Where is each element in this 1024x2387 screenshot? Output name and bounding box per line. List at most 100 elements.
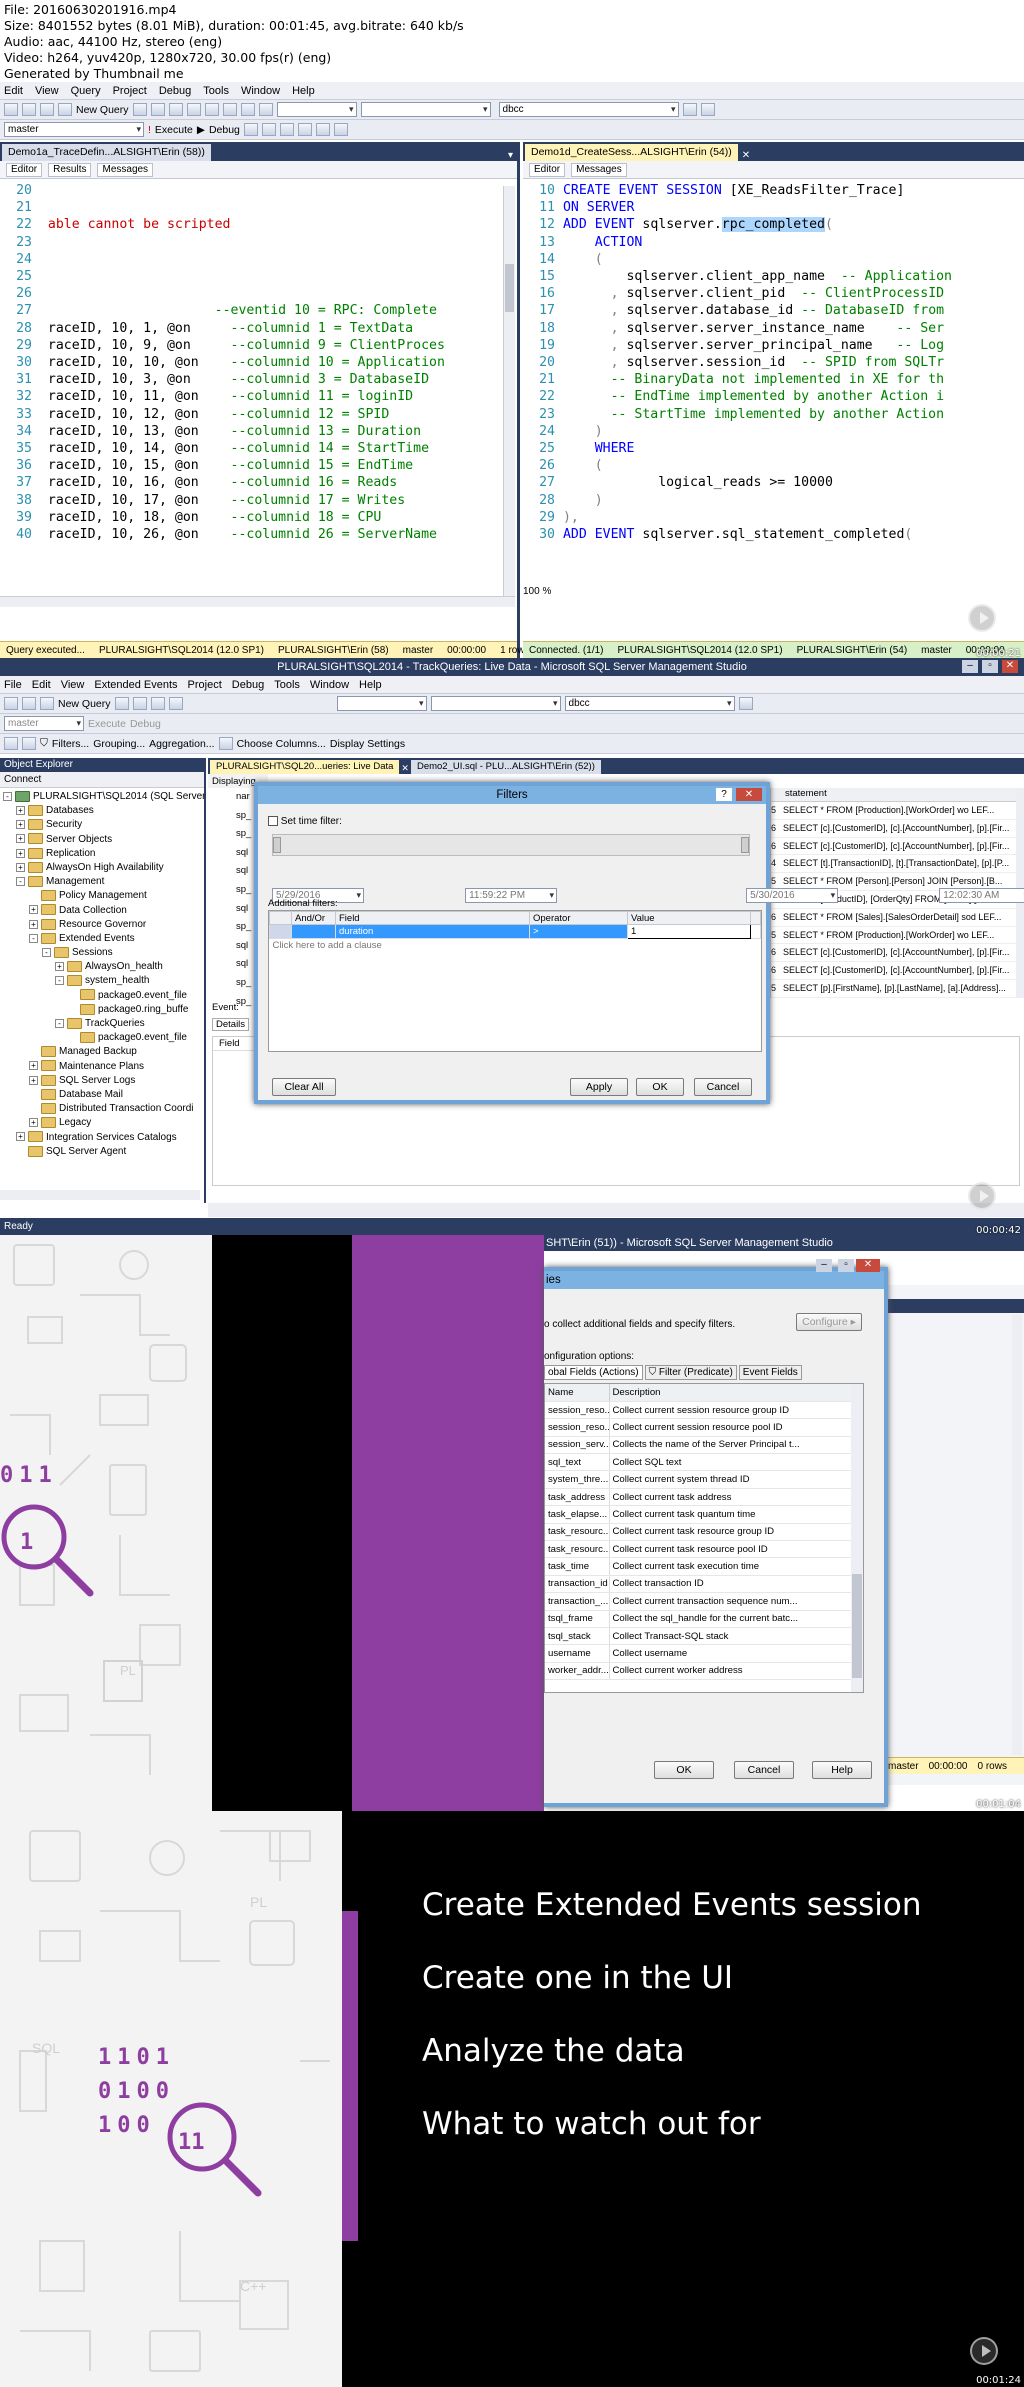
action-row[interactable]: sql_text Collect SQL text	[545, 1453, 851, 1472]
menu-item[interactable]: Extended Events	[94, 679, 177, 691]
add-clause-link[interactable]: Click here to add a clause	[270, 939, 761, 953]
open-icon[interactable]	[22, 697, 36, 710]
menu-item[interactable]: Tools	[203, 85, 229, 97]
statement-header[interactable]: statement	[771, 788, 1016, 802]
menu-item[interactable]: Window	[310, 679, 349, 691]
menu-item[interactable]: Edit	[32, 679, 51, 691]
action-row[interactable]: task_resourc... Collect current task reso…	[545, 1540, 851, 1559]
find-combo[interactable]: dbcc	[498, 102, 679, 117]
statement-row[interactable]: 6 SELECT * FROM [Sales].[SalesOrderDetail…	[771, 909, 1016, 927]
connect-button[interactable]: Connect	[0, 772, 204, 788]
action-row[interactable]: task_elapse... Collect current task quant…	[545, 1505, 851, 1524]
subtab-editor[interactable]: Editor	[529, 162, 566, 177]
execute-button[interactable]: Execute	[155, 124, 193, 136]
left-hscrollbar[interactable]	[0, 596, 515, 607]
expand-icon[interactable]: +	[16, 1132, 25, 1142]
subtab-editor[interactable]: Editor	[6, 162, 43, 177]
help-button[interactable]: Help	[812, 1761, 872, 1779]
close-icon[interactable]: ✕	[856, 1259, 880, 1272]
cancel-query-icon[interactable]	[243, 123, 258, 136]
execute-button[interactable]: Execute	[88, 718, 126, 730]
collapse-icon[interactable]: -	[16, 876, 25, 886]
menu-item[interactable]: File	[4, 679, 22, 691]
menu-item[interactable]: Debug	[232, 679, 264, 691]
tree-node[interactable]: + Data Collection	[3, 904, 204, 918]
statement-row[interactable]: 5 SELECT * FROM [Production].[WorkOrder] …	[771, 927, 1016, 945]
redo-icon[interactable]	[258, 103, 273, 116]
filter-row[interactable]: duration > 1	[269, 924, 761, 939]
tree-node[interactable]: + Integration Services Catalogs	[3, 1131, 204, 1145]
zoom-level[interactable]: 100 %	[523, 586, 563, 598]
start-icon[interactable]	[4, 737, 18, 750]
menu-item[interactable]: Help	[292, 85, 315, 97]
expand-icon[interactable]: +	[16, 834, 25, 844]
expand-icon[interactable]: +	[29, 1061, 38, 1071]
tree-node[interactable]: + Server Objects	[3, 833, 204, 847]
tab-dropdown-icon[interactable]: ▾	[508, 150, 513, 161]
close-icon[interactable]: ✕	[736, 788, 762, 801]
collapse-icon[interactable]: -	[3, 791, 12, 801]
col-name[interactable]: Name	[545, 1384, 610, 1402]
play-overlay-icon[interactable]	[970, 2337, 998, 2365]
col-description[interactable]: Description	[609, 1384, 851, 1402]
close-icon[interactable]: ✕	[1002, 660, 1018, 673]
col-operator[interactable]: Operator	[529, 911, 628, 925]
available-databases-combo[interactable]: master	[4, 122, 144, 137]
save-icon[interactable]	[40, 103, 54, 116]
to-time-spinner[interactable]: 12:02:30 AM	[939, 888, 1024, 903]
action-row[interactable]: task_address Collect current task address	[545, 1488, 851, 1507]
action-row[interactable]: system_thre... Collect current system thr…	[545, 1470, 851, 1489]
tree-node[interactable]: + Replication	[3, 847, 204, 861]
new-query-button[interactable]: New Query	[76, 104, 129, 116]
db-query-icon[interactable]	[132, 103, 147, 116]
tree-node[interactable]: + SQL Server Logs	[3, 1074, 204, 1088]
bookmark-icon[interactable]	[218, 737, 233, 750]
filter-value-input[interactable]: 1	[627, 924, 751, 939]
statement-row[interactable]: 5 SELECT * FROM [Production].[WorkOrder] …	[771, 802, 1016, 820]
menu-item[interactable]: View	[61, 679, 85, 691]
action-row[interactable]: username Collect username	[545, 1644, 851, 1663]
from-time-spinner[interactable]: 11:59:22 PM	[465, 888, 558, 903]
solution-config-combo[interactable]	[276, 102, 357, 117]
left-vscrollbar[interactable]	[503, 186, 515, 598]
tree-node[interactable]: - Management	[3, 875, 204, 889]
debug-button[interactable]: Debug	[130, 718, 161, 730]
paste-icon[interactable]	[222, 103, 237, 116]
aggregation-button[interactable]: Aggregation...	[149, 738, 214, 750]
demo2-tab[interactable]: Demo2_UI.sql - PLU...ALSIGHT\Erin (52))	[410, 760, 601, 774]
time-range-slider[interactable]	[272, 834, 750, 856]
tree-node[interactable]: package0.event_file	[3, 989, 204, 1003]
new-file-icon[interactable]	[4, 697, 18, 710]
paste-icon[interactable]	[168, 697, 183, 710]
tree-node[interactable]: - system_health	[3, 974, 204, 988]
minimize-icon[interactable]: –	[816, 1259, 832, 1272]
copy-icon[interactable]	[150, 697, 165, 710]
tab-filter-predicate[interactable]: ⛉ Filter (Predicate)	[644, 1365, 737, 1380]
expand-icon[interactable]: +	[16, 848, 25, 858]
action-row[interactable]: session_reso... Collect current session r…	[545, 1401, 851, 1420]
grouping-button[interactable]: Grouping...	[93, 738, 145, 750]
debug-icon[interactable]: ▶	[197, 124, 205, 136]
platform-combo[interactable]	[430, 696, 561, 711]
bg-vscrollbar[interactable]	[1012, 1315, 1022, 1755]
choose-columns-button[interactable]: Choose Columns...	[237, 738, 326, 750]
menu-item[interactable]: Help	[359, 679, 382, 691]
left-doc-tab[interactable]: Demo1a_TraceDefin...ALSIGHT\Erin (58))	[2, 144, 211, 161]
filter-field-cell[interactable]: duration	[335, 924, 530, 939]
tree-node[interactable]: Distributed Transaction Coordi	[3, 1102, 204, 1116]
play-overlay-icon[interactable]	[968, 1182, 996, 1210]
tree-node[interactable]: - PLURALSIGHT\SQL2014 (SQL Server 12	[3, 790, 204, 804]
oe-hscrollbar[interactable]	[0, 1190, 200, 1200]
cancel-button[interactable]: Cancel	[734, 1761, 794, 1779]
action-row[interactable]: task_time Collect current task execution …	[545, 1557, 851, 1576]
debug-button[interactable]: Debug	[209, 124, 240, 136]
maximize-icon[interactable]: ▫	[982, 660, 998, 673]
new-file-icon[interactable]	[4, 103, 18, 116]
expand-icon[interactable]: +	[29, 1118, 38, 1128]
action-row[interactable]: transaction_id Collect transaction ID	[545, 1575, 851, 1594]
action-row[interactable]: transaction_... Collect current transacti…	[545, 1592, 851, 1611]
right-doc-tab[interactable]: Demo1d_CreateSess...ALSIGHT\Erin (54))	[525, 144, 738, 161]
comment-icon[interactable]	[315, 123, 330, 136]
stop-icon[interactable]	[22, 737, 36, 750]
open-icon[interactable]	[22, 103, 36, 116]
